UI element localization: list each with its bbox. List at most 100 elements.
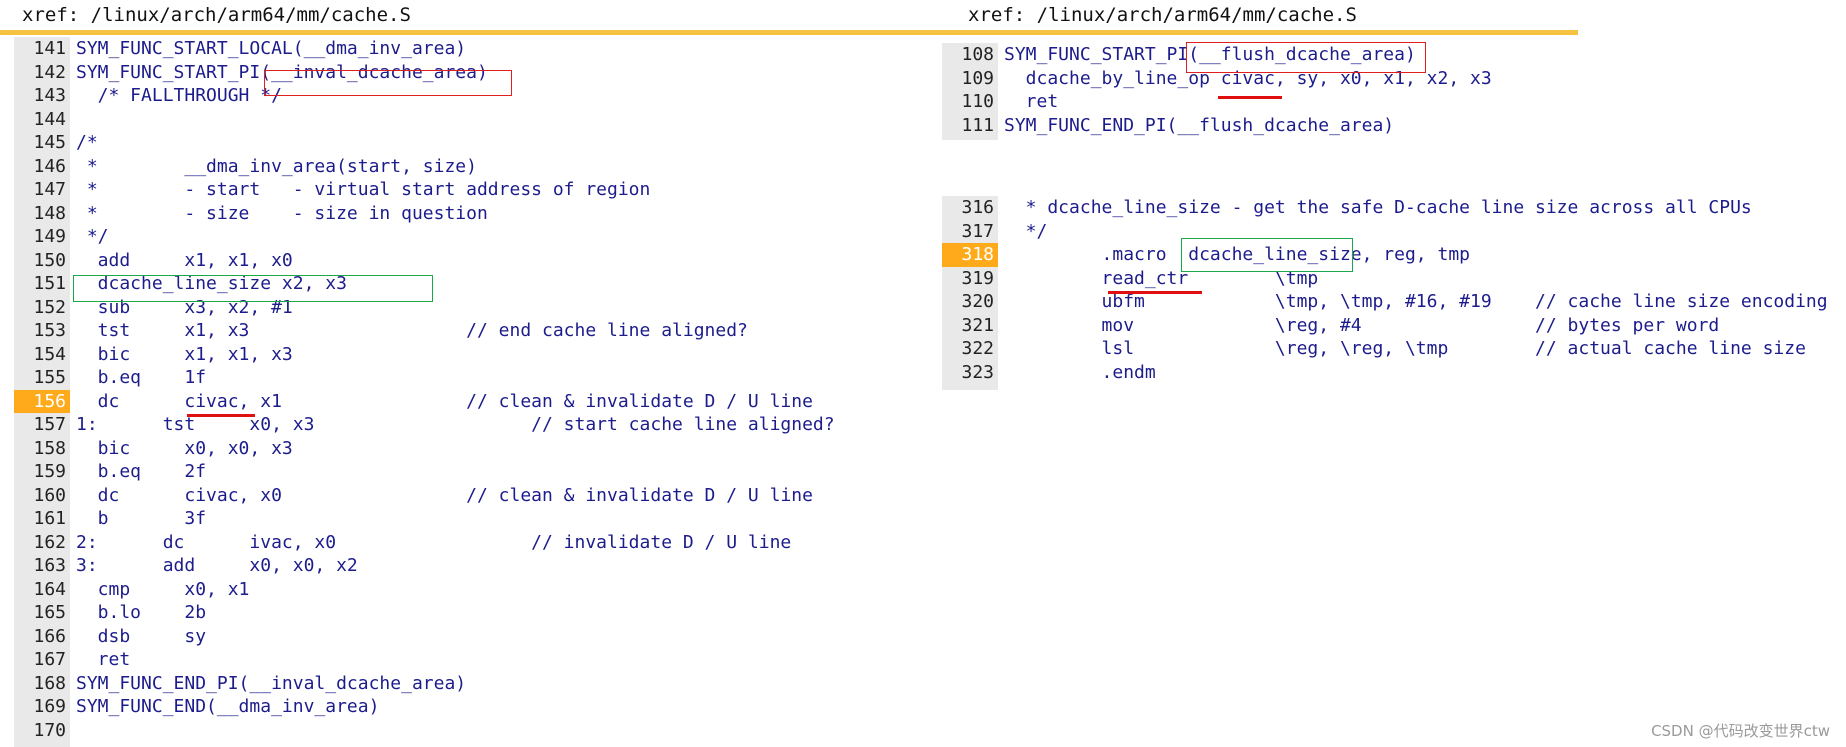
code-text: tst x1, x3 // end cache line aligned? [76, 320, 748, 341]
line-number[interactable]: 318 [942, 243, 998, 267]
code-text: dc civac, x1 // clean & invalidate D / U… [76, 390, 813, 412]
code-line: 167 ret [14, 648, 944, 672]
code-text: SYM_FUNC_START_LOCAL(__dma_inv_area) [76, 38, 467, 59]
line-number[interactable]: 153 [14, 319, 70, 343]
line-number[interactable]: 156 [14, 389, 70, 413]
line-number[interactable]: 168 [14, 672, 70, 696]
code-line: 318 .macro dcache_line_size, reg, tmp [942, 243, 1842, 267]
line-number[interactable]: 143 [14, 84, 70, 108]
code-text: read_ctr \tmp [1004, 267, 1319, 289]
line-number[interactable]: 149 [14, 225, 70, 249]
underline-mark [187, 414, 255, 417]
line-number[interactable]: 157 [14, 413, 70, 437]
line-number[interactable]: 142 [14, 61, 70, 85]
line-number[interactable]: 163 [14, 554, 70, 578]
code-text: bic x1, x1, x3 [76, 343, 293, 365]
code-listing: 316 * dcache_line_size - get the safe D-… [942, 196, 1842, 390]
code-text: .macro dcache_line_size, reg, tmp [1004, 244, 1470, 265]
code-text: * __dma_inv_area(start, size) [76, 155, 477, 177]
code-line: 147 * - start - virtual start address of… [14, 178, 944, 202]
line-number[interactable]: 151 [14, 272, 70, 296]
code-line: 153 tst x1, x3 // end cache line aligned… [14, 319, 944, 343]
line-number[interactable]: 164 [14, 578, 70, 602]
line-number[interactable]: 323 [942, 361, 998, 385]
code-line: 143 /* FALLTHROUGH */ [14, 84, 944, 108]
xref-prefix: xref: [22, 4, 91, 26]
code-line: 110 ret [942, 90, 1842, 114]
line-number[interactable]: 320 [942, 290, 998, 314]
code-line: 145 /* [14, 131, 944, 155]
code-line: 141 SYM_FUNC_START_LOCAL(__dma_inv_area) [14, 37, 944, 61]
line-number[interactable]: 148 [14, 202, 70, 226]
code-line: 150 add x1, x1, x0 [14, 249, 944, 273]
line-number[interactable]: 147 [14, 178, 70, 202]
code-line: 320 ubfm \tmp, \tmp, #16, #19 // cache l… [942, 290, 1842, 314]
code-line: 160 dc civac, x0 // clean & invalidate D… [14, 484, 944, 508]
code-line: 156 dc civac, x1 // clean & invalidate D… [14, 389, 944, 413]
line-number[interactable]: 155 [14, 366, 70, 390]
code-text: * - start - virtual start address of reg… [76, 179, 651, 200]
code-line: 169 SYM_FUNC_END(__dma_inv_area) [14, 695, 944, 719]
line-number[interactable]: 111 [942, 114, 998, 138]
code-text: b 3f [76, 508, 207, 529]
line-number[interactable]: 152 [14, 296, 70, 320]
line-number[interactable]: 167 [14, 648, 70, 672]
line-number[interactable]: 316 [942, 196, 998, 220]
line-number[interactable]: 162 [14, 531, 70, 555]
left-pane: xref: /linux/arch/arm64/mm/cache.S 141 SY… [0, 0, 945, 747]
line-number[interactable]: 161 [14, 507, 70, 531]
line-number[interactable]: 144 [14, 108, 70, 132]
line-number[interactable]: 150 [14, 249, 70, 273]
line-number[interactable]: 165 [14, 601, 70, 625]
code-line: 170 [14, 719, 944, 743]
header-rule [942, 30, 1578, 35]
line-number[interactable]: 317 [942, 220, 998, 244]
line-number[interactable]: 146 [14, 155, 70, 179]
line-number[interactable]: 141 [14, 37, 70, 61]
line-number[interactable]: 322 [942, 337, 998, 361]
code-line: 144 [14, 108, 944, 132]
code-text: /* [76, 132, 98, 153]
line-number[interactable]: 145 [14, 131, 70, 155]
code-line: 148 * - size - size in question [14, 202, 944, 226]
line-number[interactable]: 158 [14, 437, 70, 461]
line-number[interactable]: 169 [14, 695, 70, 719]
code-text: dsb sy [76, 625, 207, 647]
code-text: b.lo 2b [76, 602, 207, 623]
code-line: 322 lsl \reg, \reg, \tmp // actual cache… [942, 337, 1842, 361]
code-text: SYM_FUNC_END(__dma_inv_area) [76, 696, 380, 717]
line-number[interactable]: 170 [14, 719, 70, 743]
line-number[interactable]: 166 [14, 625, 70, 649]
line-number[interactable]: 319 [942, 267, 998, 291]
code-line: 161 b 3f [14, 507, 944, 531]
code-text: bic x0, x0, x3 [76, 437, 293, 459]
code-text: ret [76, 649, 131, 670]
line-number[interactable]: 108 [942, 43, 998, 67]
line-number[interactable]: 321 [942, 314, 998, 338]
code-text: cmp x0, x1 [76, 578, 250, 600]
code-text: ret [1004, 91, 1059, 112]
code-line: 111 SYM_FUNC_END_PI(__flush_dcache_area) [942, 114, 1842, 138]
code-text: SYM_FUNC_START_PI(__inval_dcache_area) [76, 61, 488, 83]
code-line: 149 */ [14, 225, 944, 249]
code-line: 316 * dcache_line_size - get the safe D-… [942, 196, 1842, 220]
underline-mark [1218, 96, 1282, 99]
code-text: b.eq 1f [76, 367, 207, 388]
code-text: .endm [1004, 361, 1156, 383]
code-text: add x1, x1, x0 [76, 249, 293, 271]
xref-path-link[interactable]: /linux/arch/arm64/mm/cache.S [1037, 4, 1357, 26]
line-number[interactable]: 109 [942, 67, 998, 91]
xref-path-link[interactable]: /linux/arch/arm64/mm/cache.S [91, 4, 411, 26]
code-line: 166 dsb sy [14, 625, 944, 649]
code-line: 321 mov \reg, #4 // bytes per word [942, 314, 1842, 338]
code-text: dc civac, x0 // clean & invalidate D / U… [76, 484, 813, 506]
line-number[interactable]: 154 [14, 343, 70, 367]
code-line: 109 dcache_by_line_op civac, sy, x0, x1,… [942, 67, 1842, 91]
right-pane: xref: /linux/arch/arm64/mm/cache.S 108 SY… [940, 0, 1846, 390]
line-number[interactable]: 160 [14, 484, 70, 508]
line-number[interactable]: 110 [942, 90, 998, 114]
line-number[interactable]: 159 [14, 460, 70, 484]
code-line: 323 .endm [942, 361, 1842, 385]
code-line: 164 cmp x0, x1 [14, 578, 944, 602]
code-line: 317 */ [942, 220, 1842, 244]
